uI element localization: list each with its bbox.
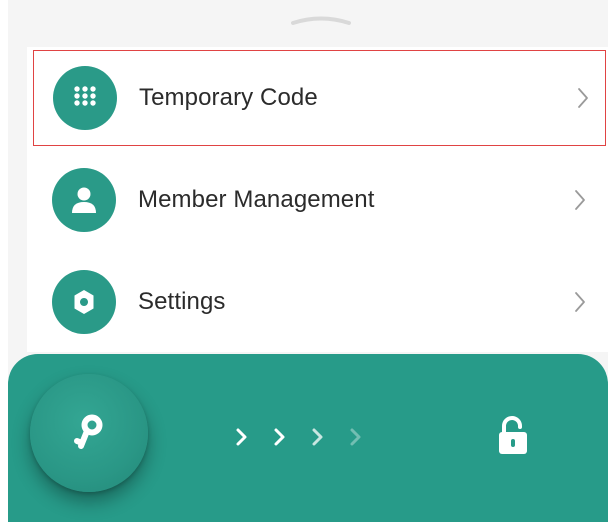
key-icon [74,414,103,449]
menu-item-temporary-code[interactable]: Temporary Code [33,50,606,146]
chevron-right-icon [575,292,585,312]
menu-item-label: Settings [138,288,226,315]
menu-item-label: Member Management [138,186,375,213]
person-icon [52,168,116,232]
unlock-icon[interactable] [496,416,530,456]
menu-item-member-management[interactable]: Member Management [27,150,608,250]
key-slider-button[interactable] [30,374,148,492]
drag-handle[interactable] [291,14,351,26]
slide-direction-arrows [236,428,361,446]
menu-item-label: Temporary Code [139,84,318,111]
gear-icon [52,270,116,334]
chevron-right-icon [578,88,588,108]
chevron-right-icon [575,190,585,210]
menu-item-settings[interactable]: Settings [27,252,608,352]
menu-list: Temporary Code Member Management Setting… [27,47,608,352]
keypad-icon [53,66,117,130]
slide-to-unlock-bar[interactable] [8,354,608,522]
